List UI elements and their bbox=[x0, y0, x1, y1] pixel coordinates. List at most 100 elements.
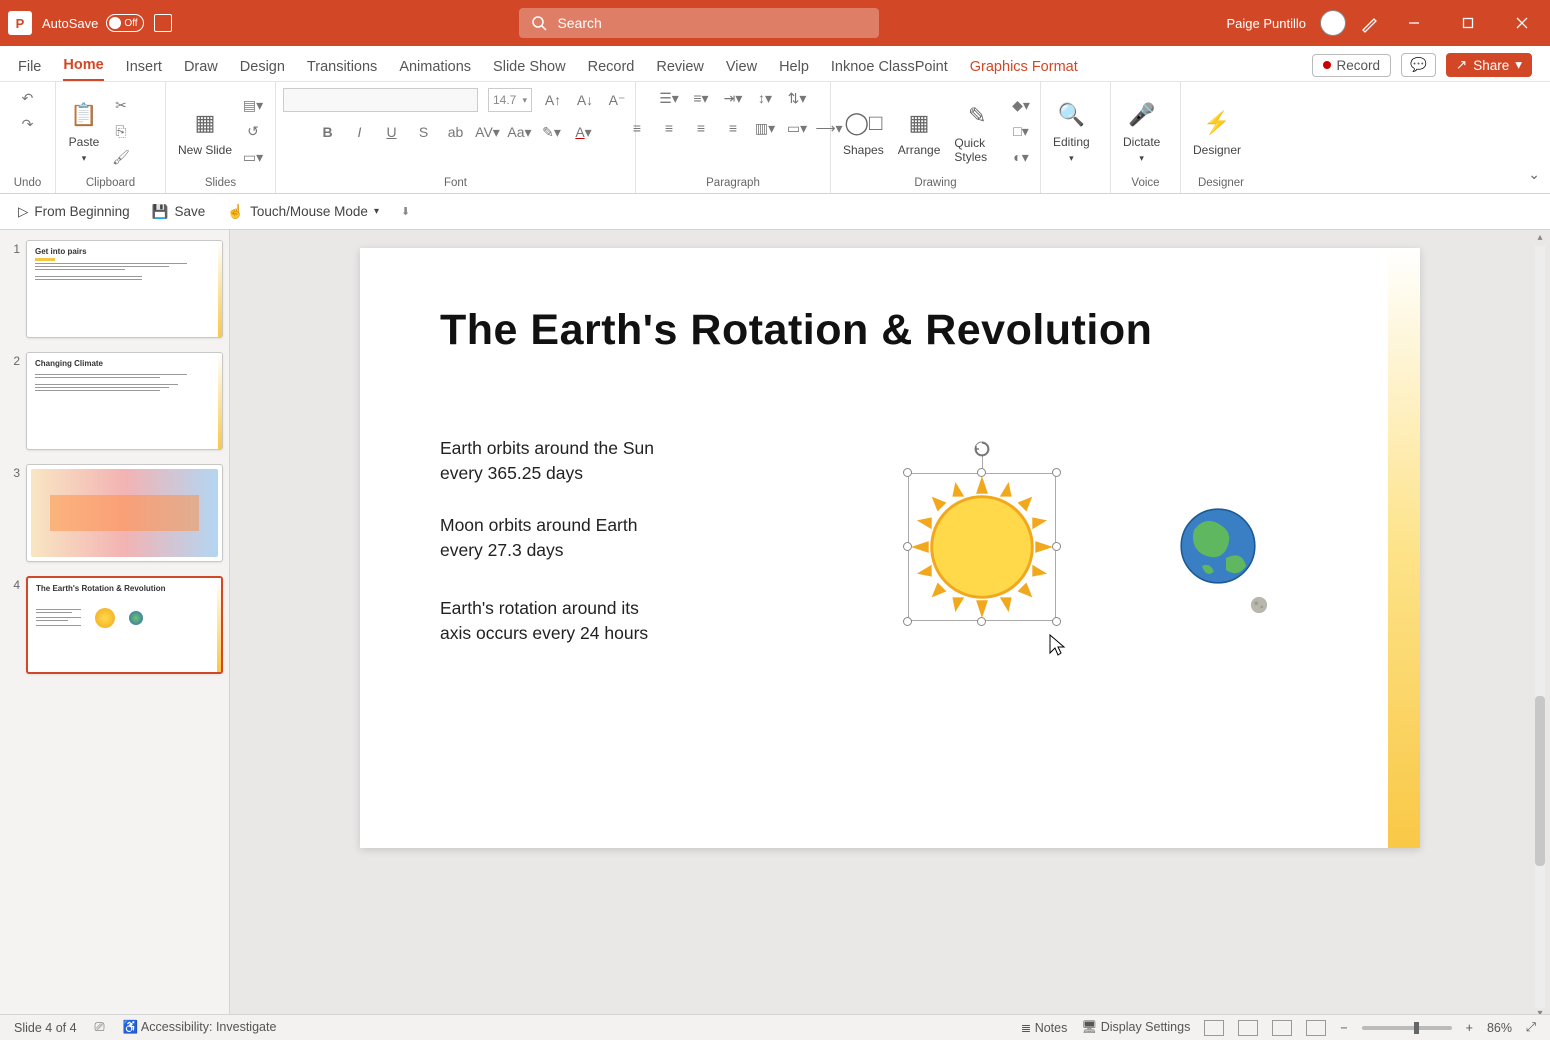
cut-button[interactable]: ✂ bbox=[110, 96, 132, 116]
align-center-button[interactable]: ≡ bbox=[658, 118, 680, 138]
increase-font-button[interactable]: A↑ bbox=[542, 90, 564, 110]
align-text-button[interactable]: ▭▾ bbox=[786, 118, 808, 138]
slide-paragraph-2[interactable]: Moon orbits around Earth every 27.3 days bbox=[440, 513, 660, 564]
line-spacing-button[interactable]: ↕▾ bbox=[754, 88, 776, 108]
tab-graphics-format[interactable]: Graphics Format bbox=[970, 59, 1078, 81]
layout-button[interactable]: ▤▾ bbox=[242, 96, 264, 116]
shape-effects-button[interactable]: ◐▾ bbox=[1010, 148, 1032, 168]
reading-view-button[interactable] bbox=[1272, 1020, 1292, 1036]
tab-slideshow[interactable]: Slide Show bbox=[493, 59, 566, 81]
scroll-thumb[interactable] bbox=[1535, 696, 1545, 866]
arrange-button[interactable]: ▦Arrange bbox=[894, 105, 945, 159]
avatar[interactable] bbox=[1320, 10, 1346, 36]
slide-canvas-area[interactable]: The Earth's Rotation & Revolution Earth … bbox=[230, 230, 1550, 1024]
tab-classpoint[interactable]: Inknoe ClassPoint bbox=[831, 59, 948, 81]
decrease-font-button[interactable]: A↓ bbox=[574, 90, 596, 110]
slide-counter[interactable]: Slide 4 of 4 bbox=[14, 1021, 77, 1035]
accessibility-status[interactable]: ♿ Accessibility: Investigate bbox=[123, 1020, 277, 1035]
tab-animations[interactable]: Animations bbox=[399, 59, 471, 81]
notes-button[interactable]: ≣ Notes bbox=[1021, 1020, 1068, 1035]
maximize-button[interactable] bbox=[1448, 8, 1488, 38]
bold-button[interactable]: B bbox=[317, 122, 339, 142]
text-direction-button[interactable]: ⇅▾ bbox=[786, 88, 808, 108]
tab-review[interactable]: Review bbox=[656, 59, 704, 81]
zoom-in-button[interactable]: + bbox=[1466, 1021, 1473, 1035]
search-input[interactable] bbox=[557, 15, 867, 31]
quick-styles-button[interactable]: ✎Quick Styles bbox=[950, 98, 1004, 166]
language-icon[interactable]: ⎚ bbox=[95, 1020, 105, 1035]
slide-thumbnail-4[interactable]: The Earth's Rotation & Revolution bbox=[26, 576, 223, 674]
search-box[interactable] bbox=[519, 8, 879, 38]
strike-button[interactable]: S bbox=[413, 122, 435, 142]
slide-paragraph-1[interactable]: Earth orbits around the Sun every 365.25… bbox=[440, 436, 680, 487]
record-button[interactable]: Record bbox=[1312, 54, 1392, 77]
tab-insert[interactable]: Insert bbox=[126, 59, 162, 81]
scroll-up-button[interactable]: ▴ bbox=[1532, 232, 1548, 246]
share-button[interactable]: ↗Share▾ bbox=[1446, 53, 1532, 77]
highlight-button[interactable]: ✎▾ bbox=[541, 122, 563, 142]
tab-design[interactable]: Design bbox=[240, 59, 285, 81]
align-right-button[interactable]: ≡ bbox=[690, 118, 712, 138]
tab-file[interactable]: File bbox=[18, 59, 41, 81]
new-slide-button[interactable]: ▦ New Slide bbox=[174, 105, 236, 159]
tab-record[interactable]: Record bbox=[588, 59, 635, 81]
undo-button[interactable]: ↶ bbox=[17, 88, 39, 108]
shapes-button[interactable]: ◯□Shapes bbox=[839, 105, 888, 159]
designer-button[interactable]: ⚡Designer bbox=[1189, 105, 1245, 159]
tab-transitions[interactable]: Transitions bbox=[307, 59, 377, 81]
char-spacing-button[interactable]: AV▾ bbox=[477, 122, 499, 142]
tab-draw[interactable]: Draw bbox=[184, 59, 218, 81]
dictate-button[interactable]: 🎤Dictate▾ bbox=[1119, 97, 1164, 166]
autosave-toggle[interactable]: Off bbox=[106, 14, 144, 32]
slideshow-view-button[interactable] bbox=[1306, 1020, 1326, 1036]
touch-mode-button[interactable]: ☝Touch/Mouse Mode▾ bbox=[227, 204, 379, 220]
sun-graphic-selected[interactable] bbox=[908, 473, 1056, 621]
collapse-ribbon-button[interactable]: ⌄ bbox=[1528, 166, 1540, 183]
columns-button[interactable]: ▥▾ bbox=[754, 118, 776, 138]
font-name-input[interactable] bbox=[283, 88, 478, 112]
comments-button[interactable]: 💬 bbox=[1401, 53, 1436, 77]
shape-outline-button[interactable]: □▾ bbox=[1010, 122, 1032, 142]
pen-icon[interactable] bbox=[1360, 13, 1380, 33]
sorter-view-button[interactable] bbox=[1238, 1020, 1258, 1036]
from-beginning-button[interactable]: ▷From Beginning bbox=[18, 204, 130, 220]
redo-button[interactable]: ↷ bbox=[17, 114, 39, 134]
zoom-slider[interactable] bbox=[1362, 1026, 1452, 1030]
section-button[interactable]: ▭▾ bbox=[242, 148, 264, 168]
fit-to-window-button[interactable]: ⤢ bbox=[1526, 1020, 1536, 1035]
moon-graphic[interactable] bbox=[1250, 596, 1268, 614]
justify-button[interactable]: ≡ bbox=[722, 118, 744, 138]
paste-button[interactable]: 📋 Paste ▾ bbox=[64, 97, 104, 166]
underline-button[interactable]: U bbox=[381, 122, 403, 142]
numbering-button[interactable]: ≡▾ bbox=[690, 88, 712, 108]
rotate-handle-icon[interactable] bbox=[972, 439, 992, 459]
shadow-button[interactable]: ab bbox=[445, 122, 467, 142]
font-size-input[interactable]: 14.7▾ bbox=[488, 88, 532, 112]
tab-help[interactable]: Help bbox=[779, 59, 809, 81]
tab-view[interactable]: View bbox=[726, 59, 757, 81]
reset-button[interactable]: ↺ bbox=[242, 122, 264, 142]
slide-thumbnails-panel[interactable]: 1 Get into pairs 2 Changing Climate bbox=[0, 230, 230, 1024]
close-button[interactable] bbox=[1502, 8, 1542, 38]
copy-button[interactable]: ⎘ bbox=[110, 122, 132, 142]
format-painter-button[interactable]: 🖌 bbox=[110, 148, 132, 168]
normal-view-button[interactable] bbox=[1204, 1020, 1224, 1036]
clear-format-button[interactable]: A⁻ bbox=[606, 90, 628, 110]
editing-button[interactable]: 🔍Editing▾ bbox=[1049, 97, 1094, 166]
italic-button[interactable]: I bbox=[349, 122, 371, 142]
shape-fill-button[interactable]: ◆▾ bbox=[1010, 96, 1032, 116]
slide-paragraph-3[interactable]: Earth's rotation around its axis occurs … bbox=[440, 596, 670, 647]
slide-title[interactable]: The Earth's Rotation & Revolution bbox=[440, 306, 1152, 355]
bullets-button[interactable]: ☰▾ bbox=[658, 88, 680, 108]
list-level-button[interactable]: ⇥▾ bbox=[722, 88, 744, 108]
slide-thumbnail-2[interactable]: Changing Climate bbox=[26, 352, 223, 450]
slide-thumbnail-1[interactable]: Get into pairs bbox=[26, 240, 223, 338]
save-button[interactable]: 💾Save bbox=[152, 204, 206, 220]
align-left-button[interactable]: ≡ bbox=[626, 118, 648, 138]
font-color-button[interactable]: A▾ bbox=[573, 122, 595, 142]
earth-graphic[interactable] bbox=[1178, 506, 1258, 586]
save-icon[interactable] bbox=[154, 14, 172, 32]
zoom-level[interactable]: 86% bbox=[1487, 1021, 1512, 1035]
slide-thumbnail-3[interactable] bbox=[26, 464, 223, 562]
change-case-button[interactable]: Aa▾ bbox=[509, 122, 531, 142]
